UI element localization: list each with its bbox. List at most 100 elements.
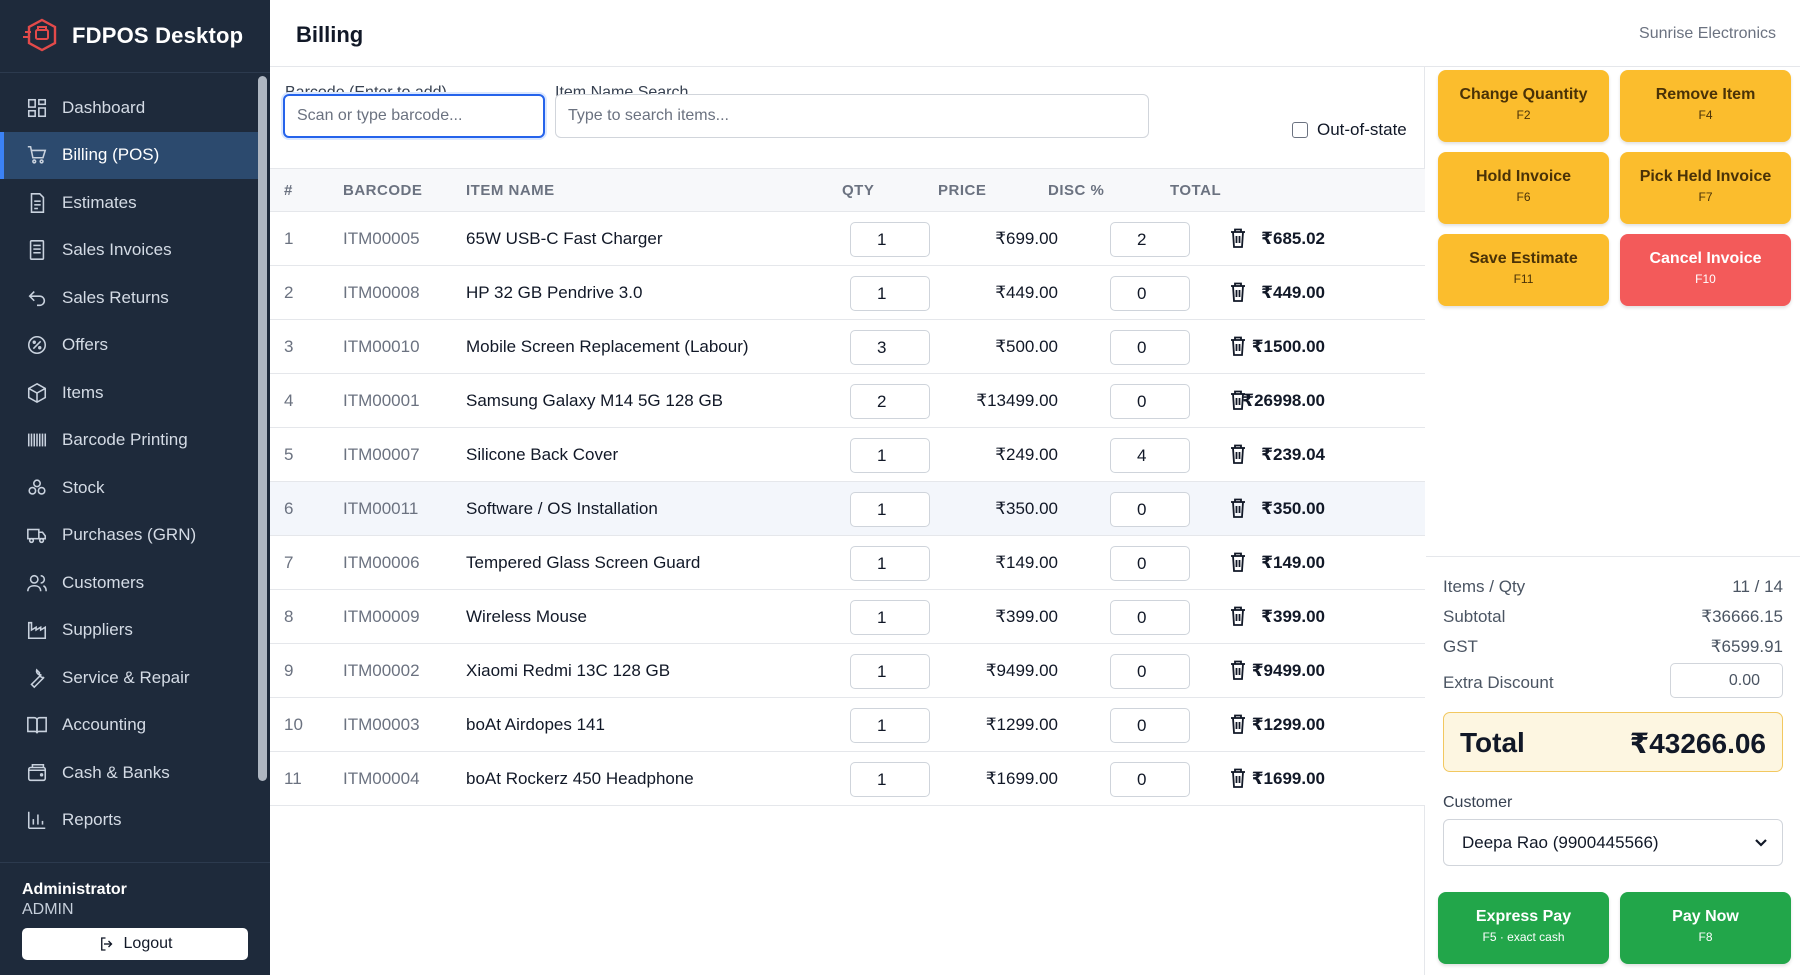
row-total: ₹26998.00 xyxy=(1242,391,1325,410)
shortcut-key: F2 xyxy=(1516,108,1531,122)
trash-icon[interactable] xyxy=(1228,497,1248,519)
row-disc-input[interactable]: 0 xyxy=(1110,600,1190,635)
table-row[interactable]: 11 ITM00004 boAt Rockerz 450 Headphone 1 ₹16… xyxy=(270,752,1425,806)
sidebar-item-suppliers[interactable]: Suppliers xyxy=(0,607,258,655)
header-disc: DISC % xyxy=(1048,182,1105,199)
row-disc-input[interactable]: 0 xyxy=(1110,546,1190,581)
out-of-state-checkbox[interactable] xyxy=(1292,122,1308,138)
row-total: ₹685.02 xyxy=(1261,229,1325,248)
sidebar-item-label: Offers xyxy=(62,335,108,355)
customer-label: Customer xyxy=(1443,794,1513,811)
row-disc-input[interactable]: 0 xyxy=(1110,330,1190,365)
remove-item-button[interactable]: Remove Item F4 xyxy=(1620,70,1791,142)
row-qty-input[interactable]: 1 xyxy=(850,708,930,743)
row-disc-input[interactable]: 4 xyxy=(1110,438,1190,473)
row-total: ₹9499.00 xyxy=(1251,661,1325,680)
row-item-name: boAt Airdopes 141 xyxy=(466,715,605,734)
pay-now-button[interactable]: Pay Now F8 xyxy=(1620,892,1791,964)
table-row[interactable]: 10 ITM00003 boAt Airdopes 141 1 ₹1299.00 0 ₹12… xyxy=(270,698,1425,752)
barcode-input[interactable] xyxy=(283,94,545,138)
trash-icon[interactable] xyxy=(1228,443,1248,465)
trash-icon[interactable] xyxy=(1228,335,1248,357)
row-disc-input[interactable]: 0 xyxy=(1110,654,1190,689)
customer-selected: Deepa Rao (9900445566) xyxy=(1462,833,1659,852)
sidebar-item-sales-invoices[interactable]: Sales Invoices xyxy=(0,227,258,275)
row-item-name: Tempered Glass Screen Guard xyxy=(466,553,701,572)
table-row[interactable]: 6 ITM00011 Software / OS Installation 1 ₹350… xyxy=(270,482,1425,536)
row-disc-input[interactable]: 2 xyxy=(1110,222,1190,257)
trash-icon[interactable] xyxy=(1228,767,1248,789)
sidebar-item-purchases[interactable]: Purchases (GRN) xyxy=(0,512,258,560)
table-row[interactable]: 3 ITM00010 Mobile Screen Replacement (Labo… xyxy=(270,320,1425,374)
sidebar-item-accounting[interactable]: Accounting xyxy=(0,702,258,750)
sidebar-item-service-repair[interactable]: Service & Repair xyxy=(0,654,258,702)
pick-held-invoice-button[interactable]: Pick Held Invoice F7 xyxy=(1620,152,1791,224)
row-index: 6 xyxy=(284,499,294,518)
row-disc-input[interactable]: 0 xyxy=(1110,276,1190,311)
trash-icon[interactable] xyxy=(1228,605,1248,627)
shortcut-key: F6 xyxy=(1516,190,1531,204)
sidebar-footer: Administrator ADMIN Logout xyxy=(0,862,270,975)
table-row[interactable]: 7 ITM00006 Tempered Glass Screen Guard 1 ₹14… xyxy=(270,536,1425,590)
row-disc-input[interactable]: 0 xyxy=(1110,762,1190,797)
hold-invoice-button[interactable]: Hold Invoice F6 xyxy=(1438,152,1609,224)
sidebar-item-dashboard[interactable]: Dashboard xyxy=(0,84,258,132)
logout-button[interactable]: Logout xyxy=(22,928,248,960)
sidebar-scrollbar[interactable] xyxy=(258,76,267,781)
express-pay-button[interactable]: Express Pay F5 · exact cash xyxy=(1438,892,1609,964)
row-qty-input[interactable]: 3 xyxy=(850,330,930,365)
sidebar-item-items[interactable]: Items xyxy=(0,369,258,417)
table-header: # BARCODE ITEM NAME QTY PRICE DISC % TOT… xyxy=(270,168,1425,212)
table-row[interactable]: 5 ITM00007 Silicone Back Cover 1 ₹249.00 4 ₹23… xyxy=(270,428,1425,482)
sidebar-item-offers[interactable]: Offers xyxy=(0,322,258,370)
sidebar-item-stock[interactable]: Stock xyxy=(0,464,258,512)
row-index: 11 xyxy=(284,769,302,788)
table-row[interactable]: 9 ITM00002 Xiaomi Redmi 13C 128 GB 1 ₹9499.0… xyxy=(270,644,1425,698)
table-row[interactable]: 2 ITM00008 HP 32 GB Pendrive 3.0 1 ₹449.00 0 ₹… xyxy=(270,266,1425,320)
row-qty-input[interactable]: 1 xyxy=(850,546,930,581)
row-qty-input[interactable]: 1 xyxy=(850,222,930,257)
offer-icon xyxy=(26,334,48,356)
row-qty-input[interactable]: 1 xyxy=(850,492,930,527)
sidebar-item-billing[interactable]: Billing (POS) xyxy=(0,131,258,179)
row-qty-input[interactable]: 1 xyxy=(850,276,930,311)
trash-icon[interactable] xyxy=(1228,281,1248,303)
sidebar-item-label: Items xyxy=(62,382,104,402)
row-barcode: ITM00004 xyxy=(343,769,420,788)
row-barcode: ITM00001 xyxy=(343,391,420,410)
item-name-search-input[interactable] xyxy=(555,94,1149,138)
sidebar-item-barcode-printing[interactable]: Barcode Printing xyxy=(0,417,258,465)
trash-icon[interactable] xyxy=(1228,659,1248,681)
cancel-invoice-button[interactable]: Cancel Invoice F10 xyxy=(1620,234,1791,306)
stock-icon xyxy=(26,477,48,499)
save-estimate-button[interactable]: Save Estimate F11 xyxy=(1438,234,1609,306)
row-price: ₹249.00 xyxy=(995,445,1058,464)
trash-icon[interactable] xyxy=(1228,389,1248,411)
trash-icon[interactable] xyxy=(1228,713,1248,735)
table-row[interactable]: 8 ITM00009 Wireless Mouse 1 ₹399.00 0 ₹399.00 xyxy=(270,590,1425,644)
row-price: ₹500.00 xyxy=(995,337,1058,356)
out-of-state-toggle[interactable]: Out-of-state xyxy=(1292,120,1407,140)
shortcut-key: F8 xyxy=(1698,930,1713,944)
row-qty-input[interactable]: 1 xyxy=(850,600,930,635)
extra-discount-input[interactable]: 0.00 xyxy=(1670,663,1783,698)
sidebar-item-cash-banks[interactable]: Cash & Banks xyxy=(0,749,258,797)
customer-select[interactable]: Deepa Rao (9900445566) xyxy=(1443,819,1783,866)
sidebar-item-estimates[interactable]: Estimates xyxy=(0,179,258,227)
row-qty-input[interactable]: 2 xyxy=(850,384,930,419)
row-index: 7 xyxy=(284,553,294,572)
sidebar-item-sales-returns[interactable]: Sales Returns xyxy=(0,274,258,322)
trash-icon[interactable] xyxy=(1228,551,1248,573)
sidebar-item-reports[interactable]: Reports xyxy=(0,797,258,845)
row-disc-input[interactable]: 0 xyxy=(1110,708,1190,743)
table-row[interactable]: 4 ITM00001 Samsung Galaxy M14 5G 128 GB 2 ₹1… xyxy=(270,374,1425,428)
trash-icon[interactable] xyxy=(1228,227,1248,249)
table-row[interactable]: 1 ITM00005 65W USB-C Fast Charger 1 ₹699.00 2… xyxy=(270,212,1425,266)
row-qty-input[interactable]: 1 xyxy=(850,762,930,797)
sidebar-item-customers[interactable]: Customers xyxy=(0,559,258,607)
row-disc-input[interactable]: 0 xyxy=(1110,492,1190,527)
row-disc-input[interactable]: 0 xyxy=(1110,384,1190,419)
row-qty-input[interactable]: 1 xyxy=(850,438,930,473)
change-quantity-button[interactable]: Change Quantity F2 xyxy=(1438,70,1609,142)
row-qty-input[interactable]: 1 xyxy=(850,654,930,689)
